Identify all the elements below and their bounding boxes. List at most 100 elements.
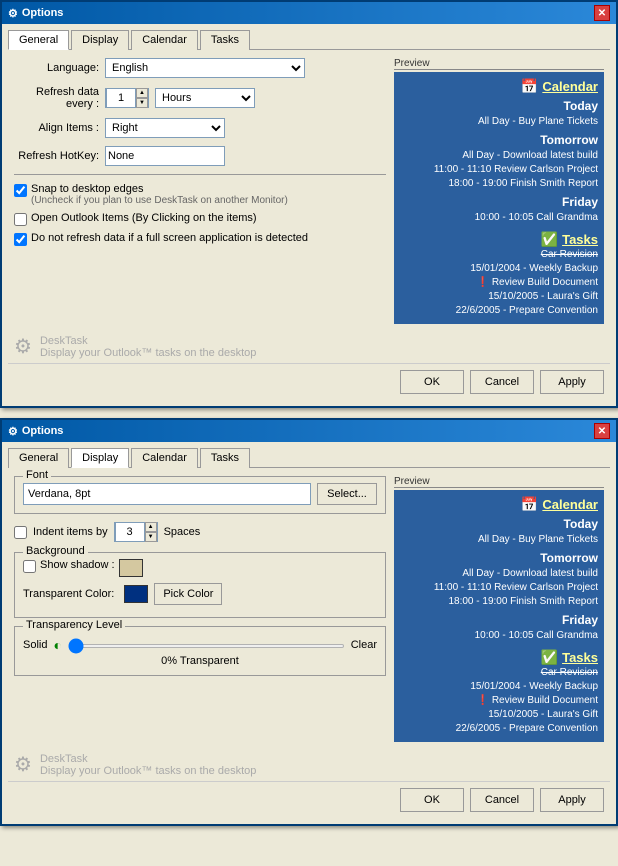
footer-content-1: ⚙ DeskTask Display your Outlook™ tasks o…	[14, 334, 604, 359]
preview2-calendar-title: Calendar	[542, 497, 598, 512]
hours-select[interactable]: Hours	[155, 88, 255, 108]
font-row: Verdana, 8pt Select...	[23, 483, 377, 505]
preview2-today-item-0: All Day - Buy Plane Tickets	[400, 533, 598, 547]
watermark-1: DeskTask Display your Outlook™ tasks on …	[40, 335, 256, 359]
title-bar-2: ⚙ Options ✕	[2, 420, 616, 442]
preview-label-1: Preview	[394, 58, 604, 70]
preview2-tomorrow-item-0: All Day - Download latest build	[400, 567, 598, 581]
select-font-button[interactable]: Select...	[317, 483, 377, 505]
hotkey-input[interactable]	[105, 146, 225, 166]
calendar-icon-2: 📅	[521, 496, 538, 513]
indent-row: Indent items by ▲ ▼ Spaces	[14, 522, 386, 542]
preview-friday-header: Friday	[400, 195, 598, 209]
ok-button-2[interactable]: OK	[400, 788, 464, 812]
brand-2: DeskTask	[40, 753, 256, 765]
preview-label-2: Preview	[394, 476, 604, 488]
refresh-up-btn[interactable]: ▲	[136, 88, 148, 98]
preview-task-0: Car Revision	[400, 248, 598, 262]
indent-value-input[interactable]	[115, 522, 145, 542]
tab-display-1[interactable]: Display	[71, 30, 129, 50]
transparency-group: Transparency Level Solid ◐ Clear 0% Tran…	[14, 626, 386, 676]
transparency-slider[interactable]	[68, 644, 345, 648]
slider-container	[68, 639, 345, 651]
tab-display-2[interactable]: Display	[71, 448, 129, 468]
refresh-spinner[interactable]: ▲ ▼	[105, 88, 149, 108]
tasks-icon: ✅	[541, 231, 558, 248]
transparent-color-label: Transparent Color:	[23, 588, 114, 600]
title-bar-1: ⚙ Options ✕	[2, 2, 616, 24]
preview-panel-2: 📅 Calendar Today All Day - Buy Plane Tic…	[394, 490, 604, 742]
window-body-2: General Display Calendar Tasks Font Verd…	[2, 442, 616, 824]
snapfiles-watermark-2: ⚙	[14, 752, 32, 777]
indent-checkbox[interactable]	[14, 526, 27, 539]
refresh-value-input[interactable]	[106, 88, 136, 108]
open-outlook-checkbox[interactable]	[14, 213, 27, 226]
snap-label: Snap to desktop edges	[31, 183, 288, 195]
align-label: Align Items :	[14, 122, 99, 134]
footer-2: ⚙ DeskTask Display your Outlook™ tasks o…	[8, 748, 610, 781]
close-button-2[interactable]: ✕	[594, 423, 610, 439]
align-select[interactable]: Right	[105, 118, 225, 138]
ok-button-1[interactable]: OK	[400, 370, 464, 394]
font-display: Verdana, 8pt	[23, 483, 311, 505]
indent-label: Indent items by	[33, 526, 108, 538]
options-icon-2: ⚙	[8, 425, 18, 438]
snap-checkbox[interactable]	[14, 184, 27, 197]
window-title-2: Options	[22, 425, 64, 437]
watermark-2: DeskTask Display your Outlook™ tasks on …	[40, 753, 256, 777]
font-group-label: Font	[23, 469, 51, 481]
apply-button-1[interactable]: Apply	[540, 370, 604, 394]
refresh-down-btn[interactable]: ▼	[136, 98, 148, 108]
footer-1: ⚙ DeskTask Display your Outlook™ tasks o…	[8, 330, 610, 363]
preview-calendar-title: Calendar	[542, 79, 598, 94]
options-window-2: ⚙ Options ✕ General Display Calendar Tas…	[0, 418, 618, 826]
snap-label-group: Snap to desktop edges (Uncheck if you pl…	[31, 183, 288, 206]
preview2-today-header: Today	[400, 517, 598, 531]
slider-row: Solid ◐ Clear	[23, 637, 377, 653]
language-select[interactable]: English	[105, 58, 305, 78]
options-window-1: ⚙ Options ✕ General Display Calendar Tas…	[0, 0, 618, 408]
cancel-button-2[interactable]: Cancel	[470, 788, 534, 812]
clear-label: Clear	[351, 639, 377, 651]
hotkey-row: Refresh HotKey:	[14, 146, 386, 166]
tab-tasks-2[interactable]: Tasks	[200, 448, 250, 468]
preview-tomorrow-item-0: All Day - Download latest build	[400, 149, 598, 163]
left-panel-2: Font Verdana, 8pt Select... Indent items…	[14, 476, 386, 742]
indent-up-btn[interactable]: ▲	[145, 522, 157, 532]
apply-button-2[interactable]: Apply	[540, 788, 604, 812]
preview-task-3: 15/10/2005 - Laura's Gift	[400, 290, 598, 304]
separator-1	[14, 174, 386, 175]
tabs-1: General Display Calendar Tasks	[8, 30, 610, 50]
preview2-tasks-title: Tasks	[562, 650, 598, 665]
tab-calendar-1[interactable]: Calendar	[131, 30, 198, 50]
preview-today-item-0: All Day - Buy Plane Tickets	[400, 115, 598, 129]
preview2-task-2: Review Build Document	[400, 694, 598, 708]
preview-calendar-header: 📅 Calendar	[400, 78, 598, 95]
snap-checkbox-row: Snap to desktop edges (Uncheck if you pl…	[14, 183, 386, 206]
tab-calendar-2[interactable]: Calendar	[131, 448, 198, 468]
slider-icon: ◐	[53, 637, 61, 653]
no-refresh-checkbox[interactable]	[14, 233, 27, 246]
preview2-tomorrow-item-1: 11:00 - 11:10 Review Carlson Project	[400, 581, 598, 595]
preview-tomorrow-header: Tomorrow	[400, 133, 598, 147]
tasks-icon-2: ✅	[541, 649, 558, 666]
font-group: Font Verdana, 8pt Select...	[14, 476, 386, 514]
transparent-pct: 0% Transparent	[23, 655, 377, 667]
align-row: Align Items : Right	[14, 118, 386, 138]
tab-tasks-1[interactable]: Tasks	[200, 30, 250, 50]
tab-general-2[interactable]: General	[8, 448, 69, 468]
show-shadow-checkbox[interactable]	[23, 560, 36, 573]
tab-general-1[interactable]: General	[8, 30, 69, 50]
cancel-button-1[interactable]: Cancel	[470, 370, 534, 394]
no-refresh-label: Do not refresh data if a full screen app…	[31, 232, 308, 244]
button-bar-2: OK Cancel Apply	[8, 781, 610, 818]
indent-spinner[interactable]: ▲ ▼	[114, 522, 158, 542]
preview2-task-0: Car Revision	[400, 666, 598, 680]
button-bar-1: OK Cancel Apply	[8, 363, 610, 400]
right-preview-1-container: Preview 📅 Calendar Today All Day - Buy P…	[394, 58, 604, 324]
close-button-1[interactable]: ✕	[594, 5, 610, 21]
pick-color-button[interactable]: Pick Color	[154, 583, 222, 605]
right-preview-2-container: Preview 📅 Calendar Today All Day - Buy P…	[394, 476, 604, 742]
footer-content-2: ⚙ DeskTask Display your Outlook™ tasks o…	[14, 752, 604, 777]
indent-down-btn[interactable]: ▼	[145, 532, 157, 542]
